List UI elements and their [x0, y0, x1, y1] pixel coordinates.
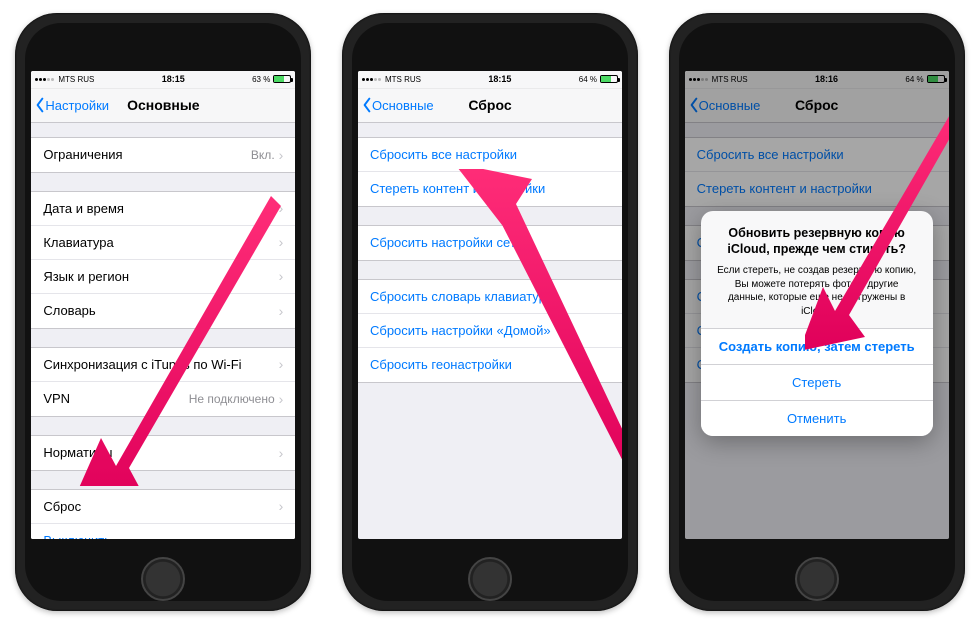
status-bar: MTS RUS 18:15 64 % — [358, 71, 622, 89]
row-vpn[interactable]: VPNНе подключено› — [31, 382, 295, 416]
row-dictionary[interactable]: Словарь› — [31, 294, 295, 328]
row-reset-location[interactable]: Сбросить геонастройки — [358, 348, 622, 382]
home-button[interactable] — [795, 557, 839, 601]
row-reset[interactable]: Сброс› — [31, 490, 295, 524]
carrier-label: MTS RUS — [58, 75, 94, 84]
alert-head: Обновить резервную копию iCloud, прежде … — [701, 211, 933, 329]
chevron-right-icon: › — [279, 499, 284, 513]
screen-reset-alert: MTS RUS 18:16 64 % Основные Сброс Сброси… — [685, 71, 949, 539]
chevron-right-icon: › — [279, 235, 284, 249]
back-button[interactable]: Основные — [358, 97, 434, 113]
nav-bar: Настройки Основные — [31, 89, 295, 123]
back-label: Основные — [372, 98, 434, 113]
phone-bezel: MTS RUS 18:15 63 % Настройки Основные Ог… — [25, 23, 301, 601]
nav-bar: Основные Сброс — [358, 89, 622, 123]
battery-icon — [273, 75, 291, 83]
battery-pct: 64 % — [579, 75, 597, 84]
row-shutdown[interactable]: Выключить — [31, 524, 295, 539]
carrier-label: MTS RUS — [385, 75, 421, 84]
screen-settings-general: MTS RUS 18:15 63 % Настройки Основные Ог… — [31, 71, 295, 539]
clock: 18:15 — [94, 74, 252, 84]
chevron-right-icon: › — [279, 201, 284, 215]
home-button[interactable] — [468, 557, 512, 601]
chevron-right-icon: › — [279, 269, 284, 283]
row-reset-all-settings[interactable]: Сбросить все настройки — [358, 138, 622, 172]
alert-erase-button[interactable]: Стереть — [701, 364, 933, 400]
status-bar: MTS RUS 18:15 63 % — [31, 71, 295, 89]
chevron-left-icon — [362, 97, 372, 113]
row-erase-content[interactable]: Стереть контент и настройки — [358, 172, 622, 206]
battery-pct: 63 % — [252, 75, 270, 84]
signal-icon — [35, 78, 54, 81]
settings-list[interactable]: Ограничения Вкл. › Дата и время› Клавиат… — [31, 123, 295, 539]
battery-icon — [600, 75, 618, 83]
row-language-region[interactable]: Язык и регион› — [31, 260, 295, 294]
phone-bezel: MTS RUS 18:15 64 % Основные Сброс Сброси… — [352, 23, 628, 601]
alert-message: Если стереть, не создав резервную копию,… — [715, 264, 919, 318]
alert-cancel-button[interactable]: Отменить — [701, 400, 933, 436]
chevron-right-icon: › — [279, 446, 284, 460]
row-reset-keyboard-dict[interactable]: Сбросить словарь клавиатуры — [358, 280, 622, 314]
back-label: Настройки — [45, 98, 109, 113]
phone-frame: MTS RUS 18:16 64 % Основные Сброс Сброси… — [669, 13, 965, 611]
phone-frame: MTS RUS 18:15 63 % Настройки Основные Ог… — [15, 13, 311, 611]
alert-backup-before-erase: Обновить резервную копию iCloud, прежде … — [701, 211, 933, 437]
chevron-right-icon: › — [279, 357, 284, 371]
back-button[interactable]: Настройки — [31, 97, 109, 113]
chevron-right-icon: › — [279, 148, 284, 162]
row-reset-home[interactable]: Сбросить настройки «Домой» — [358, 314, 622, 348]
row-itunes-wifi-sync[interactable]: Синхронизация с iTunes по Wi-Fi› — [31, 348, 295, 382]
alert-backup-then-erase-button[interactable]: Создать копию, затем стереть — [701, 328, 933, 364]
reset-list[interactable]: Сбросить все настройки Стереть контент и… — [358, 123, 622, 539]
clock: 18:15 — [421, 74, 579, 84]
phone-bezel: MTS RUS 18:16 64 % Основные Сброс Сброси… — [679, 23, 955, 601]
screen-reset: MTS RUS 18:15 64 % Основные Сброс Сброси… — [358, 71, 622, 539]
row-restrictions[interactable]: Ограничения Вкл. › — [31, 138, 295, 172]
signal-icon — [362, 78, 381, 81]
home-button[interactable] — [141, 557, 185, 601]
row-date-time[interactable]: Дата и время› — [31, 192, 295, 226]
chevron-right-icon: › — [279, 392, 284, 406]
row-keyboard[interactable]: Клавиатура› — [31, 226, 295, 260]
chevron-left-icon — [35, 97, 45, 113]
chevron-right-icon: › — [279, 304, 284, 318]
row-reset-network[interactable]: Сбросить настройки сети — [358, 226, 622, 260]
row-regulatory[interactable]: Нормативы› — [31, 436, 295, 470]
alert-title: Обновить резервную копию iCloud, прежде … — [715, 225, 919, 259]
phone-frame: MTS RUS 18:15 64 % Основные Сброс Сброси… — [342, 13, 638, 611]
